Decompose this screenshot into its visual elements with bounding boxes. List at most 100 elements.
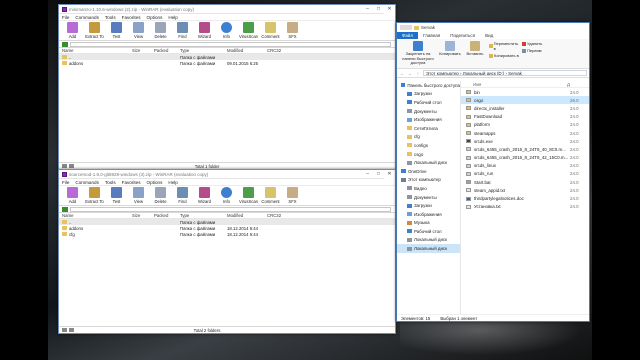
quick-access-toolbar[interactable] (400, 25, 412, 30)
nav-item[interactable]: Панель быстрого доступа (397, 81, 460, 90)
delete-button[interactable]: Delete (150, 22, 171, 39)
minimize-button[interactable]: – (362, 5, 373, 14)
comment-button[interactable]: Comment (260, 187, 281, 204)
rename-button[interactable]: Переим (522, 48, 552, 53)
winrar-window-bottom[interactable]: sourcemod-1.8.0-git5928-windows (3).zip … (58, 169, 396, 334)
nav-item[interactable]: Локальный диск (397, 244, 460, 253)
view-button[interactable]: View (128, 22, 149, 39)
paste-button[interactable]: Вставить (464, 41, 486, 66)
menu-options[interactable]: Options (147, 180, 163, 185)
view-button[interactable]: View (128, 187, 149, 204)
file-row[interactable]: srcds_6455_crash_2016_8_24T9_40_8C0.m...… (461, 145, 589, 153)
col-packed[interactable]: Packed (151, 213, 177, 218)
col-name[interactable]: Name (59, 213, 129, 218)
menu-help[interactable]: Help (168, 180, 177, 185)
file-row[interactable]: Start.bat 24.0 (461, 178, 589, 186)
file-row[interactable]: steam_appid.txt 24.0 (461, 186, 589, 194)
path-field[interactable] (70, 206, 391, 212)
menu-favorites[interactable]: Favorites (122, 15, 141, 20)
nav-item[interactable]: Музыка (397, 219, 460, 228)
menu-tools[interactable]: Tools (105, 180, 116, 185)
wizard-button[interactable]: Wizard (194, 22, 215, 39)
col-modified[interactable]: Modified (224, 48, 264, 53)
nav-item[interactable]: Этот компьютер (397, 176, 460, 185)
maximize-button[interactable]: □ (373, 5, 384, 14)
col-name[interactable]: Name (59, 48, 129, 53)
title-bar[interactable]: Servak (397, 23, 589, 32)
col-packed[interactable]: Packed (151, 48, 177, 53)
file-row[interactable]: csgo 26.0 (461, 96, 589, 105)
virusscan-button[interactable]: VirusScan (238, 22, 259, 39)
nav-item[interactable]: csgo (397, 150, 460, 159)
file-row[interactable]: srcds_linux 24.0 (461, 162, 589, 170)
winrar-window-top[interactable]: minimanzo-1.10.6-windows (2).zip - WinRA… (58, 4, 396, 170)
move-to-button[interactable]: Переместить в (489, 41, 519, 51)
tab-share[interactable]: Поделиться (445, 32, 480, 39)
tab-view[interactable]: Вид (480, 32, 498, 39)
sfx-button[interactable]: SFX (282, 187, 303, 204)
file-row[interactable]: platform 24.0 (461, 121, 589, 129)
copy-button[interactable]: Копировать (439, 41, 461, 66)
col-crc32[interactable]: CRC32 (264, 48, 294, 53)
delete-button[interactable]: Delete (150, 187, 171, 204)
info-button[interactable]: Info (216, 187, 237, 204)
nav-item[interactable]: Изображения (397, 210, 460, 219)
minimize-button[interactable]: – (362, 170, 373, 179)
file-row[interactable]: cfg Папка с файлами 18.12.2014 6:44 (59, 231, 395, 237)
forward-arrow-icon[interactable]: → (407, 71, 413, 76)
up-folder-icon[interactable] (62, 41, 68, 47)
maximize-button[interactable]: □ (373, 170, 384, 179)
nav-item[interactable]: Документы (397, 107, 460, 116)
col-type[interactable]: Type (177, 48, 224, 53)
header-name[interactable]: Имя (461, 82, 565, 87)
wizard-button[interactable]: Wizard (194, 187, 215, 204)
extract-to-button[interactable]: Extract To (84, 22, 105, 39)
file-row[interactable]: addons Папка с файлами 09.01.2015 6:25 (59, 60, 395, 66)
copy-to-button[interactable]: Копировать в (489, 53, 519, 58)
file-row[interactable]: bin 24.0 (461, 88, 589, 96)
menu-options[interactable]: Options (147, 15, 163, 20)
path-field[interactable] (70, 41, 391, 47)
find-button[interactable]: Find (172, 22, 193, 39)
nav-item[interactable]: СетиГатила (397, 124, 460, 133)
nav-item[interactable]: Видео (397, 184, 460, 193)
nav-item[interactable]: configs (397, 141, 460, 150)
tab-file[interactable]: Файл (397, 32, 419, 39)
file-row[interactable]: thirdpartylegalnotices.doc 24.0 (461, 194, 589, 202)
col-size[interactable]: Size (129, 213, 151, 218)
file-row[interactable]: directx_installer 24.0 (461, 104, 589, 112)
up-folder-icon[interactable] (62, 206, 68, 212)
add-button[interactable]: Add (62, 187, 83, 204)
title-bar[interactable]: sourcemod-1.8.0-git5928-windows (3).zip … (59, 170, 395, 179)
nav-item[interactable]: OneDrive (397, 167, 460, 176)
find-button[interactable]: Find (172, 187, 193, 204)
col-size[interactable]: Size (129, 48, 151, 53)
close-button[interactable]: ✕ (384, 170, 395, 179)
file-row[interactable]: srcds_run 24.0 (461, 170, 589, 178)
nav-item[interactable]: Документы (397, 193, 460, 202)
col-crc32[interactable]: CRC32 (264, 213, 294, 218)
col-type[interactable]: Type (177, 213, 224, 218)
address-field[interactable]: Этот компьютер › Локальный диск (D:) › S… (423, 70, 587, 76)
nav-item[interactable]: Локальный диск (397, 236, 460, 245)
file-row[interactable]: Установка.txt 24.0 (461, 203, 589, 211)
menu-file[interactable]: File (62, 15, 69, 20)
menu-commands[interactable]: Commands (75, 15, 99, 20)
virusscan-button[interactable]: VirusScan (238, 187, 259, 204)
extract-to-button[interactable]: Extract To (84, 187, 105, 204)
close-button[interactable]: ✕ (384, 5, 395, 14)
info-button[interactable]: Info (216, 22, 237, 39)
nav-item[interactable]: Загрузки (397, 201, 460, 210)
sfx-button[interactable]: SFX (282, 22, 303, 39)
back-arrow-icon[interactable]: ← (399, 71, 405, 76)
menu-favorites[interactable]: Favorites (122, 180, 141, 185)
menu-commands[interactable]: Commands (75, 180, 99, 185)
delete-button[interactable]: Удалить (522, 41, 552, 46)
header-date[interactable]: Д (565, 82, 589, 87)
nav-item[interactable]: Рабочий стол (397, 227, 460, 236)
title-bar[interactable]: minimanzo-1.10.6-windows (2).zip - WinRA… (59, 5, 395, 14)
file-row[interactable]: FastDownload 24.0 (461, 113, 589, 121)
pin-quick-access-button[interactable]: Закрепить на панели быстрого доступа (400, 41, 436, 66)
menu-file[interactable]: File (62, 180, 69, 185)
nav-item[interactable]: Загрузки (397, 90, 460, 99)
